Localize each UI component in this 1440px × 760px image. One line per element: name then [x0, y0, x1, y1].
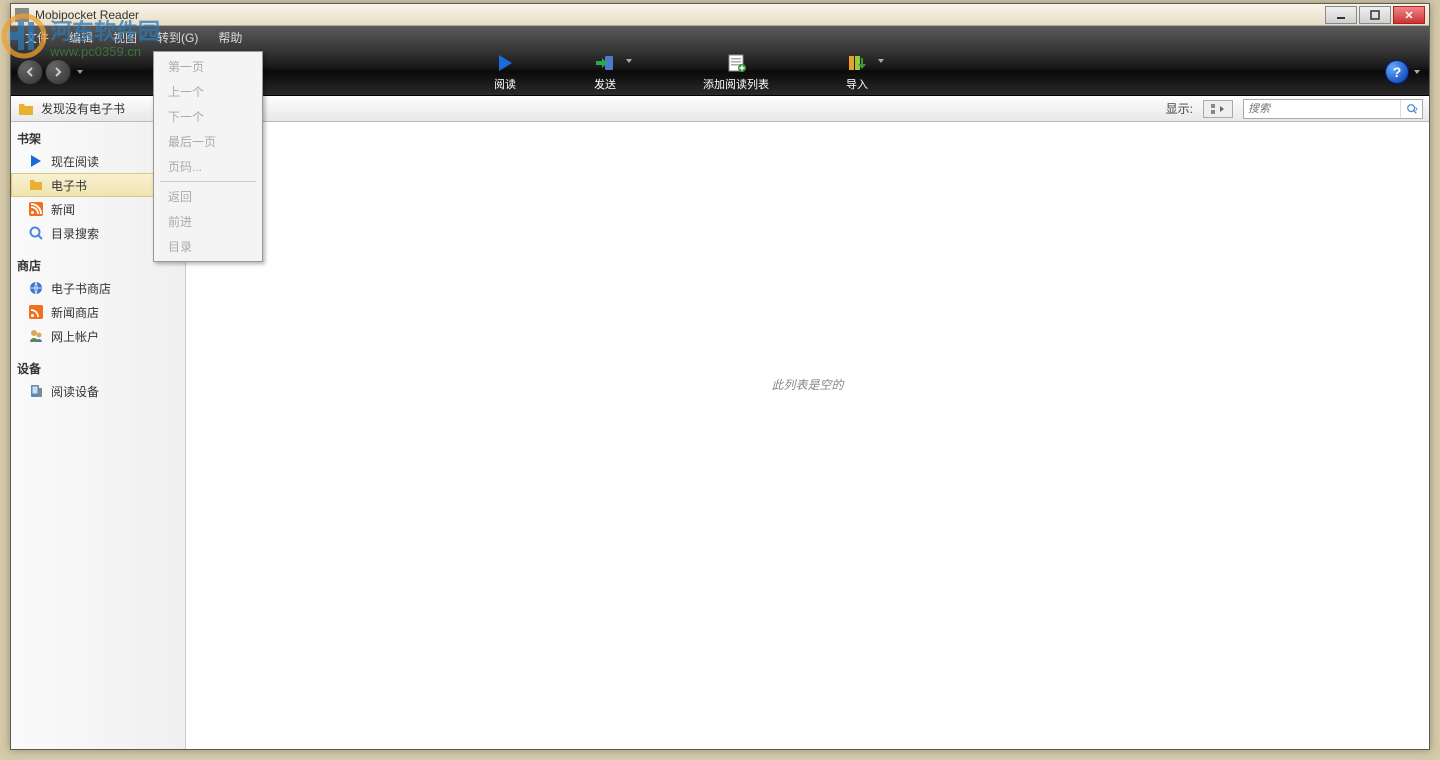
window-controls [1325, 6, 1425, 24]
device-icon [27, 382, 45, 400]
dd-page-number[interactable]: 页码... [156, 154, 260, 179]
play-icon [493, 52, 517, 74]
folder-icon [17, 100, 35, 118]
nav-forward-button[interactable] [45, 59, 71, 85]
search-box [1243, 99, 1423, 119]
dd-last-page[interactable]: 最后一页 [156, 129, 260, 154]
search-input[interactable] [1244, 103, 1400, 115]
sidebar-item-label: 新闻 [51, 201, 75, 218]
menu-help[interactable]: 帮助 [208, 26, 252, 49]
app-window: Mobipocket Reader 文件 编辑 视图 转到(G) 帮助 阅读 [10, 3, 1430, 750]
nav-history-dropdown[interactable] [73, 59, 87, 85]
help-dropdown[interactable] [1413, 63, 1423, 81]
add-list-icon [724, 52, 748, 74]
toolbar-add-list-button[interactable]: 添加阅读列表 [695, 50, 777, 94]
toolbar-import-button[interactable]: 导入 [837, 50, 877, 94]
send-icon [593, 52, 617, 74]
dd-next[interactable]: 下一个 [156, 104, 260, 129]
nav-back-button[interactable] [17, 59, 43, 85]
toolbar-import-dropdown[interactable] [877, 50, 887, 72]
search-button[interactable] [1400, 100, 1422, 118]
menu-goto[interactable]: 转到(G) [147, 26, 208, 49]
dd-back[interactable]: 返回 [156, 184, 260, 209]
app-icon [15, 8, 29, 22]
rss-store-icon [27, 303, 45, 321]
sidebar-item-label: 网上帐户 [51, 328, 99, 345]
sidebar-item-label: 目录搜索 [51, 225, 99, 242]
window-title: Mobipocket Reader [35, 8, 1325, 22]
help-button[interactable]: ? [1385, 60, 1409, 84]
view-selector[interactable] [1203, 100, 1233, 118]
dropdown-separator [160, 181, 256, 182]
content-area: 此列表是空的 [186, 122, 1429, 749]
dd-first-page[interactable]: 第一页 [156, 54, 260, 79]
titlebar: Mobipocket Reader [11, 4, 1429, 26]
toolbar-read-button[interactable]: 阅读 [485, 50, 525, 94]
toolbar-center: 阅读 发送 添加阅读列表 导入 [485, 50, 887, 94]
maximize-button[interactable] [1359, 6, 1391, 24]
sidebar-item-label: 阅读设备 [51, 383, 99, 400]
sidebar-item-label: 现在阅读 [51, 153, 99, 170]
sidebar-item-label: 新闻商店 [51, 304, 99, 321]
sidebar-item-online-account[interactable]: 网上帐户 [11, 324, 185, 348]
toolbar-send-button[interactable]: 发送 [585, 50, 625, 94]
sidebar-item-reading-device[interactable]: 阅读设备 [11, 379, 185, 403]
sidebar-group-devices: 设备 [11, 356, 185, 379]
dd-toc[interactable]: 目录 [156, 234, 260, 259]
dd-prev[interactable]: 上一个 [156, 79, 260, 104]
import-icon [845, 52, 869, 74]
folder-icon [27, 176, 45, 194]
toolbar-send-dropdown[interactable] [625, 50, 635, 72]
nav-buttons [17, 59, 87, 85]
sidebar-item-label: 电子书 [51, 177, 87, 194]
menubar: 文件 编辑 视图 转到(G) 帮助 [11, 26, 1429, 48]
rss-icon [27, 200, 45, 218]
sidebar-item-ebook-store[interactable]: 电子书商店 [11, 276, 185, 300]
sidebar-item-label: 电子书商店 [51, 280, 111, 297]
sidebar-item-news-store[interactable]: 新闻商店 [11, 300, 185, 324]
view-label: 显示: [1166, 100, 1193, 117]
empty-list-message: 此列表是空的 [771, 376, 843, 393]
account-icon [27, 327, 45, 345]
search-icon [27, 224, 45, 242]
minimize-button[interactable] [1325, 6, 1357, 24]
play-icon [27, 152, 45, 170]
menu-edit[interactable]: 编辑 [59, 26, 103, 49]
menu-view[interactable]: 视图 [103, 26, 147, 49]
close-button[interactable] [1393, 6, 1425, 24]
dd-forward[interactable]: 前进 [156, 209, 260, 234]
menu-file[interactable]: 文件 [15, 26, 59, 49]
globe-icon [27, 279, 45, 297]
goto-dropdown-menu: 第一页 上一个 下一个 最后一页 页码... 返回 前进 目录 [153, 51, 263, 262]
